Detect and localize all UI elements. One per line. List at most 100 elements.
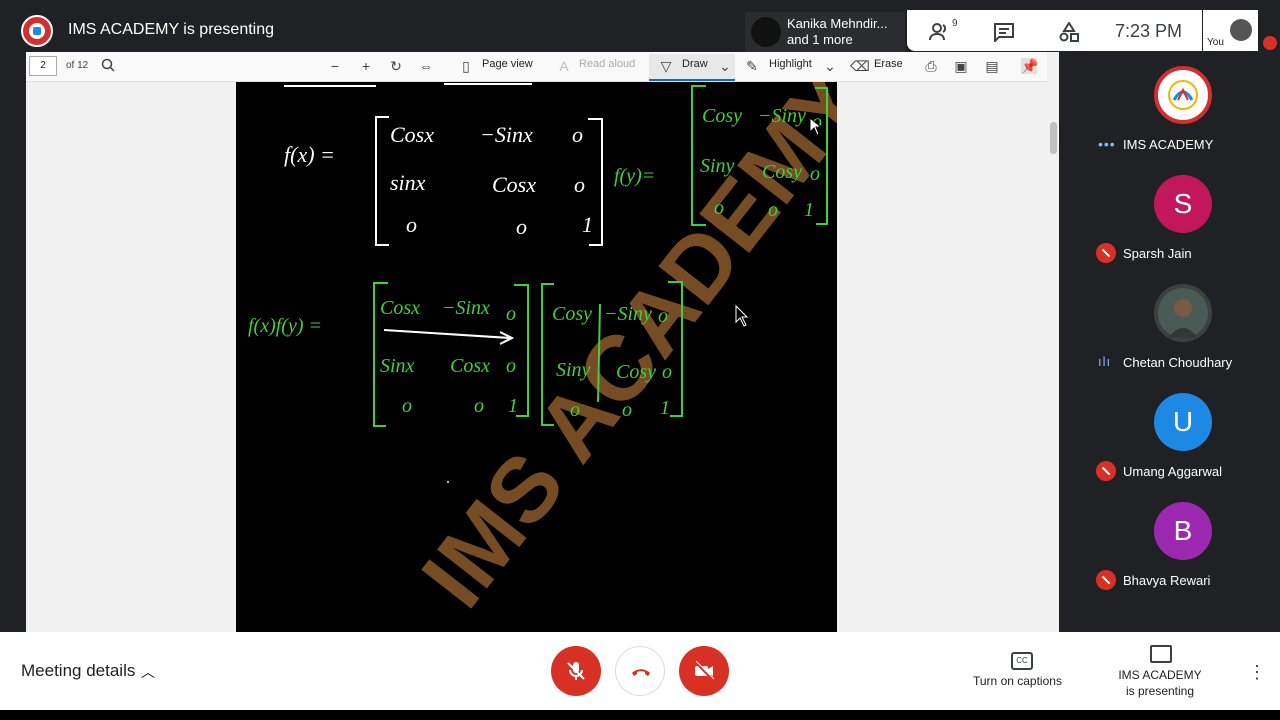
presenting-line2: is presenting bbox=[1125, 684, 1195, 698]
save-icon[interactable]: ▣ bbox=[953, 58, 969, 74]
svg-text:o: o bbox=[506, 303, 516, 325]
camera-toggle-button[interactable] bbox=[679, 646, 729, 696]
chevron-down-icon[interactable]: ⌄ bbox=[717, 58, 733, 74]
participant-tile[interactable]: B Bhavya Rewari bbox=[1086, 496, 1280, 605]
activities-icon[interactable] bbox=[1058, 21, 1080, 42]
svg-text:f(y)=: f(y)= bbox=[614, 165, 655, 187]
svg-text:−Siny: −Siny bbox=[758, 105, 806, 127]
chevron-up-icon[interactable]: ︿ bbox=[141, 662, 155, 682]
svg-text:Cosy: Cosy bbox=[552, 303, 592, 325]
self-avatar bbox=[1230, 19, 1252, 41]
svg-text:f(x)f(y) =: f(x)f(y) = bbox=[248, 315, 322, 337]
participants-panel: ••• IMS ACADEMY S Sparsh Jain ılı Chetan… bbox=[1086, 52, 1280, 598]
speaking-indicator-icon: ••• bbox=[1098, 136, 1116, 152]
presenting-line1: IMS ACADEMY bbox=[1118, 668, 1202, 682]
highlight-icon[interactable]: ✎ bbox=[744, 58, 760, 74]
participant-tile[interactable]: S Sparsh Jain bbox=[1086, 169, 1280, 278]
self-label: You bbox=[1207, 37, 1224, 48]
read-aloud-icon[interactable]: A bbox=[556, 58, 572, 74]
svg-text:o: o bbox=[572, 122, 583, 147]
print-icon[interactable]: ⎙ bbox=[923, 58, 939, 74]
svg-text:−Sinx: −Sinx bbox=[480, 122, 533, 147]
scrollbar-thumb[interactable] bbox=[1050, 122, 1057, 154]
mic-toggle-button[interactable] bbox=[551, 646, 601, 696]
audio-level-icon: ılı bbox=[1098, 354, 1112, 369]
pin-icon[interactable]: 📌 bbox=[1021, 58, 1038, 74]
svg-text:o: o bbox=[810, 163, 820, 185]
pdf-scrollbar[interactable] bbox=[1047, 52, 1059, 632]
svg-text:Siny: Siny bbox=[700, 155, 735, 177]
page-view-button[interactable]: Page view bbox=[482, 58, 533, 70]
captions-icon[interactable]: CC bbox=[1011, 652, 1033, 670]
mic-off-icon bbox=[567, 662, 585, 680]
ims-academy-logo bbox=[21, 15, 53, 47]
pdf-toolbar: 2 of 12 − + ↻ ⇔ ▯ Page view A Read aloud… bbox=[26, 52, 1059, 82]
zoom-out-icon[interactable]: − bbox=[327, 58, 343, 74]
svg-text:Cosy: Cosy bbox=[762, 161, 802, 183]
svg-text:1: 1 bbox=[660, 397, 670, 419]
svg-text:1: 1 bbox=[508, 395, 518, 417]
svg-text:Cosx: Cosx bbox=[450, 355, 490, 377]
search-icon[interactable] bbox=[100, 58, 116, 74]
hang-up-icon bbox=[632, 669, 650, 676]
handwriting-canvas: IMS ACADEMY f(x) = Cosx −Sinx o sinx Cosx o … bbox=[248, 82, 837, 626]
draw-icon[interactable]: ▽ bbox=[658, 58, 674, 74]
presenting-title: IMS ACADEMY is presenting bbox=[68, 21, 275, 38]
pdf-viewer: 2 of 12 − + ↻ ⇔ ▯ Page view A Read aloud… bbox=[26, 52, 1059, 632]
participant-avatar: U bbox=[1154, 393, 1212, 451]
eraser-icon[interactable]: ⌫ bbox=[850, 58, 870, 74]
participant-photo bbox=[1154, 284, 1212, 342]
svg-text:o: o bbox=[516, 214, 527, 239]
speaker-avatar bbox=[751, 17, 781, 47]
draw-button[interactable]: Draw bbox=[682, 58, 708, 70]
svg-text:Cosy: Cosy bbox=[616, 361, 656, 383]
more-options-icon[interactable]: ⋮ bbox=[1248, 662, 1266, 683]
chevron-down-icon[interactable]: ⌄ bbox=[822, 58, 838, 74]
svg-text:o: o bbox=[662, 361, 672, 383]
svg-text:sinx: sinx bbox=[390, 170, 426, 195]
save-as-icon[interactable]: ▤ bbox=[984, 58, 1000, 74]
svg-text:Cosx: Cosx bbox=[390, 122, 434, 147]
active-speaker-tile[interactable]: Kanika Mehndir... and 1 more bbox=[745, 12, 905, 52]
self-tile[interactable]: You bbox=[1203, 10, 1258, 51]
rotate-icon[interactable]: ↻ bbox=[388, 58, 404, 74]
present-screen-icon[interactable] bbox=[1150, 645, 1172, 663]
mic-off-icon bbox=[1096, 570, 1116, 590]
participant-name: Chetan Choudhary bbox=[1123, 355, 1233, 370]
participant-tile[interactable]: ••• IMS ACADEMY bbox=[1086, 60, 1280, 169]
speaker-more: and 1 more bbox=[787, 32, 853, 47]
svg-text:o: o bbox=[658, 305, 668, 327]
svg-text:o: o bbox=[768, 199, 778, 221]
meeting-details-button[interactable]: Meeting details bbox=[21, 661, 135, 681]
captions-button[interactable]: Turn on captions bbox=[973, 674, 1062, 688]
svg-text:o: o bbox=[506, 355, 516, 377]
participant-tile[interactable]: U Umang Aggarwal bbox=[1086, 387, 1280, 496]
presenting-status[interactable]: IMS ACADEMY is presenting bbox=[1117, 667, 1203, 699]
svg-text:−Sinx: −Sinx bbox=[442, 297, 490, 319]
svg-text:Cosy: Cosy bbox=[702, 105, 742, 127]
fit-page-icon[interactable]: ⇔ bbox=[418, 58, 434, 74]
erase-button[interactable]: Erase bbox=[874, 58, 903, 70]
svg-text:o: o bbox=[570, 399, 580, 421]
page-total: of 12 bbox=[66, 60, 89, 71]
svg-text:o: o bbox=[622, 399, 632, 421]
svg-text:f(x) =: f(x) = bbox=[284, 142, 335, 167]
read-aloud-button[interactable]: Read aloud bbox=[579, 58, 635, 70]
ims-academy-logo bbox=[1154, 66, 1212, 124]
people-icon[interactable]: 9 bbox=[929, 18, 958, 42]
meeting-controls-bar: Meeting details ︿ CC Turn on captions IM… bbox=[0, 632, 1280, 720]
participant-tile[interactable]: ılı Chetan Choudhary bbox=[1086, 278, 1280, 387]
leave-call-button[interactable] bbox=[615, 646, 665, 696]
zoom-in-icon[interactable]: + bbox=[358, 58, 374, 74]
page-number-input[interactable]: 2 bbox=[29, 56, 57, 76]
participant-name: Bhavya Rewari bbox=[1123, 573, 1211, 588]
participant-avatar: B bbox=[1154, 502, 1212, 560]
highlight-button[interactable]: Highlight bbox=[769, 58, 812, 70]
svg-text:o: o bbox=[474, 395, 484, 417]
svg-text:1: 1 bbox=[804, 199, 814, 221]
speaker-name: Kanika Mehndir... bbox=[787, 16, 888, 31]
whiteboard-page: IMS ACADEMY f(x) = Cosx −Sinx o sinx Cosx o … bbox=[236, 82, 837, 632]
svg-text:o: o bbox=[574, 172, 585, 197]
page-view-icon[interactable]: ▯ bbox=[458, 58, 474, 74]
chat-icon[interactable] bbox=[993, 22, 1015, 44]
